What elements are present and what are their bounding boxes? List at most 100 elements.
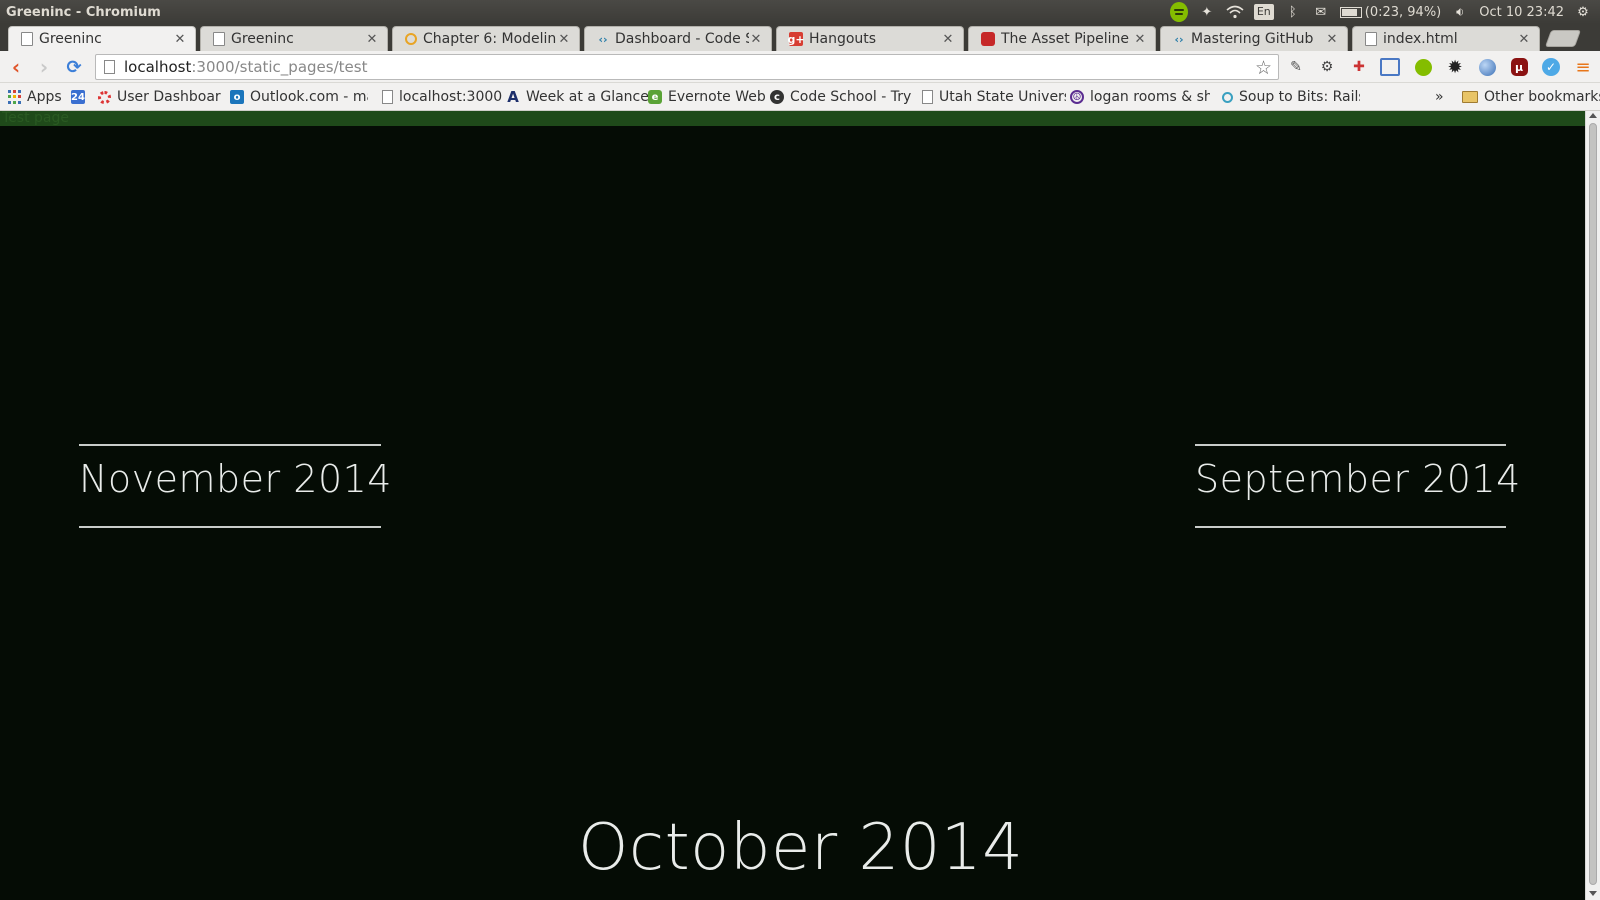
bookmark-star-icon[interactable]: ☆ bbox=[1255, 57, 1272, 79]
bookmark-calendar[interactable]: 24 bbox=[71, 88, 91, 106]
tab-label: Greeninc bbox=[39, 31, 102, 47]
window-title: Greeninc - Chromium bbox=[6, 4, 161, 20]
keyboard-layout-indicator[interactable]: En bbox=[1253, 4, 1274, 20]
battery-icon bbox=[1339, 6, 1362, 18]
page-icon bbox=[213, 32, 225, 46]
bookmark-label: Code School - Try j bbox=[790, 89, 912, 105]
back-button[interactable]: ‹ bbox=[4, 55, 28, 79]
bookmark-label: User Dashboard bbox=[117, 89, 221, 105]
v-extension-icon[interactable]: ✓ bbox=[1540, 56, 1562, 78]
close-icon[interactable]: ✕ bbox=[557, 32, 571, 47]
bookmark-code-school[interactable]: c Code School - Try j bbox=[770, 88, 912, 106]
page-icon bbox=[1365, 32, 1377, 46]
browser-toolbar: ‹ › ⟳ localhost:3000/static_pages/test ☆… bbox=[0, 51, 1600, 83]
bluetooth-icon[interactable]: ᛒ bbox=[1284, 3, 1302, 21]
vertical-scrollbar[interactable] bbox=[1585, 111, 1600, 900]
month-prev-label[interactable]: November 2014 bbox=[79, 457, 392, 501]
bookmark-localhost[interactable]: localhost:3000 bbox=[382, 88, 502, 106]
page-header-bar: Test page bbox=[0, 111, 1585, 126]
bookmark-user-dashboard[interactable]: User Dashboard bbox=[98, 88, 221, 106]
evernote-icon: e bbox=[648, 90, 662, 104]
pen-extension-icon[interactable]: ✎ bbox=[1285, 56, 1307, 78]
other-bookmarks-folder[interactable]: Other bookmarks bbox=[1462, 88, 1600, 106]
bookmark-label: Evernote Web bbox=[668, 89, 766, 105]
bookmark-logan-rooms[interactable]: ☮ logan rooms & shar bbox=[1070, 88, 1210, 106]
page-icon bbox=[21, 32, 33, 46]
bookmarks-overflow-button[interactable]: » bbox=[1435, 88, 1444, 106]
url-host: localhost bbox=[124, 58, 192, 76]
tab-greeninc-active[interactable]: Greeninc ✕ bbox=[8, 26, 196, 51]
spotify-extension-icon[interactable] bbox=[1412, 56, 1434, 78]
close-icon[interactable]: ✕ bbox=[365, 32, 379, 47]
new-tab-button[interactable] bbox=[1544, 30, 1582, 47]
clock[interactable]: Oct 10 23:42 bbox=[1479, 5, 1564, 20]
bookmark-soup-to-bits[interactable]: Soup to Bits: Rails bbox=[1222, 88, 1360, 106]
clip-extension-icon[interactable]: ✚ bbox=[1348, 56, 1370, 78]
google-plus-icon: g+ bbox=[787, 32, 805, 46]
tab-hangouts[interactable]: g+ Hangouts ✕ bbox=[776, 26, 964, 51]
close-icon[interactable]: ✕ bbox=[173, 32, 187, 47]
close-icon[interactable]: ✕ bbox=[1325, 32, 1339, 47]
bookmark-label: Week at a Glance bbox=[526, 89, 649, 105]
bookmark-evernote[interactable]: e Evernote Web bbox=[648, 88, 766, 106]
forward-button[interactable]: › bbox=[32, 55, 56, 79]
divider bbox=[1195, 526, 1506, 528]
page-icon bbox=[382, 90, 393, 104]
close-icon[interactable]: ✕ bbox=[1133, 32, 1147, 47]
codeschool-icon: c bbox=[770, 90, 784, 104]
tab-greeninc[interactable]: Greeninc ✕ bbox=[200, 26, 388, 51]
globe-extension-icon[interactable] bbox=[1476, 56, 1498, 78]
page-viewport: Test page November 2014 September 2014 O… bbox=[0, 111, 1585, 900]
address-bar[interactable]: localhost:3000/static_pages/test ☆ bbox=[95, 54, 1279, 80]
bookmark-label: Outlook.com - mar bbox=[250, 89, 368, 105]
scroll-up-arrow-icon[interactable] bbox=[1589, 113, 1597, 118]
reload-button[interactable]: ⟳ bbox=[62, 55, 86, 79]
ubuntu-icon bbox=[98, 90, 111, 104]
close-icon[interactable]: ✕ bbox=[749, 32, 763, 47]
ublock-extension-icon[interactable]: µ bbox=[1508, 56, 1530, 78]
divider bbox=[79, 444, 381, 446]
usu-a-icon: A bbox=[507, 88, 519, 106]
puzzle-extension-icon[interactable]: ⚙ bbox=[1316, 56, 1338, 78]
tab-label: index.html bbox=[1383, 31, 1458, 47]
bookmark-week-at-a-glance[interactable]: A Week at a Glance bbox=[506, 88, 649, 106]
window-extension-icon[interactable] bbox=[1380, 58, 1400, 76]
tab-label: The Asset Pipeline — bbox=[1001, 31, 1133, 47]
tab-chapter-6[interactable]: Chapter 6: Modeling u ✕ bbox=[392, 26, 580, 51]
volume-icon[interactable]: 🔉︎ bbox=[1451, 3, 1469, 21]
tab-label: Mastering GitHub bbox=[1191, 31, 1314, 47]
bookmarks-bar: Apps 24 User Dashboard o Outlook.com - m… bbox=[0, 83, 1600, 111]
bookmark-label: logan rooms & shar bbox=[1090, 89, 1210, 105]
tab-dashboard-code-school[interactable]: ‹› Dashboard - Code Sch ✕ bbox=[584, 26, 772, 51]
mail-icon[interactable]: ✉ bbox=[1312, 3, 1330, 21]
bookmark-utah-state[interactable]: Utah State Univers bbox=[922, 88, 1066, 106]
divider bbox=[1195, 444, 1506, 446]
page-icon bbox=[104, 60, 115, 74]
tab-mastering-github[interactable]: ‹› Mastering GitHub ✕ bbox=[1160, 26, 1348, 51]
tab-label: Chapter 6: Modeling u bbox=[423, 31, 557, 47]
close-icon[interactable]: ✕ bbox=[1517, 32, 1531, 47]
bookmark-apps[interactable]: Apps bbox=[7, 88, 62, 106]
calendar-icon: 24 bbox=[71, 90, 85, 104]
scrollbar-thumb[interactable] bbox=[1589, 123, 1597, 885]
month-next-label[interactable]: September 2014 bbox=[1195, 457, 1521, 501]
gear-icon[interactable]: ⚙ bbox=[1574, 3, 1592, 21]
bookmark-label: localhost:3000 bbox=[399, 89, 503, 105]
battery-indicator[interactable]: (0:23, 94%) bbox=[1339, 5, 1441, 20]
menu-icon[interactable]: ≡ bbox=[1572, 56, 1594, 78]
outlook-icon: o bbox=[230, 90, 244, 104]
bookmark-outlook[interactable]: o Outlook.com - mar bbox=[230, 88, 368, 106]
wifi-icon[interactable] bbox=[1226, 3, 1244, 21]
folder-icon bbox=[1462, 91, 1478, 103]
close-icon[interactable]: ✕ bbox=[941, 32, 955, 47]
peace-icon: ☮ bbox=[1070, 90, 1084, 104]
scroll-down-arrow-icon[interactable] bbox=[1589, 891, 1597, 896]
tab-asset-pipeline[interactable]: The Asset Pipeline — ✕ bbox=[968, 26, 1156, 51]
system-tray: ✦ En ᛒ ✉ (0:23, 94%) 🔉︎ Oct 10 23:42 ⚙ bbox=[1169, 0, 1592, 24]
dropbox-icon[interactable]: ✦ bbox=[1198, 3, 1216, 21]
rails-icon bbox=[981, 32, 995, 46]
bookmark-label: Apps bbox=[27, 89, 62, 105]
tab-index-html[interactable]: index.html ✕ bbox=[1352, 26, 1540, 51]
settings-extension-icon[interactable]: ✹ bbox=[1444, 56, 1466, 78]
spotify-tray-icon[interactable] bbox=[1169, 2, 1188, 22]
